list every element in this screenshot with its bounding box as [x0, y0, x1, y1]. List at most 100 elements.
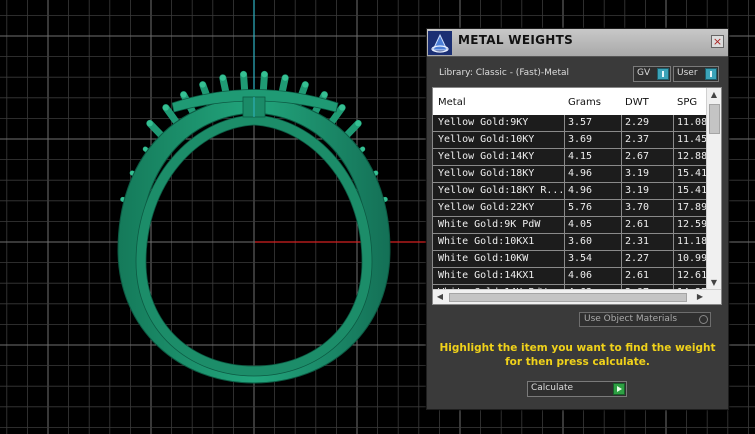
cell-dwt: 2.61 [625, 219, 650, 230]
column-separator [673, 200, 674, 216]
ring-prong-tip [180, 91, 187, 98]
scroll-down-icon[interactable]: ▼ [707, 277, 721, 289]
panel-titlebar[interactable]: METAL WEIGHTS × [427, 29, 728, 57]
table-row[interactable]: White Gold:10KW 3.54 2.27 10.99 [433, 251, 707, 268]
cell-dwt: 2.37 [625, 134, 650, 145]
column-separator [621, 234, 622, 250]
cell-metal: White Gold:14KX1 [438, 270, 535, 281]
calculate-button[interactable]: Calculate [527, 381, 627, 397]
scroll-up-icon[interactable]: ▲ [707, 89, 721, 101]
rhino-app-icon [428, 31, 452, 55]
cell-metal: Yellow Gold:18KY R... [438, 185, 562, 196]
table-row[interactable]: White Gold:9K PdW 4.05 2.61 12.59 [433, 217, 707, 234]
column-separator [673, 166, 674, 182]
column-separator [673, 149, 674, 165]
cell-grams: 3.57 [568, 117, 593, 128]
cell-spg: 11.45 [677, 134, 707, 145]
gv-dropdown[interactable]: GV [633, 66, 671, 82]
dropdown-button-icon[interactable] [705, 68, 717, 80]
column-separator [564, 183, 565, 199]
scroll-thumb-horizontal[interactable] [449, 293, 687, 302]
cell-metal: Yellow Gold:18KY [438, 168, 535, 179]
column-separator [564, 268, 565, 284]
column-header-spg[interactable]: SPG [677, 97, 697, 108]
cell-dwt: 3.70 [625, 202, 650, 213]
user-dropdown[interactable]: User [673, 66, 719, 82]
table-row[interactable]: Yellow Gold:18KY R... 4.96 3.19 15.41 [433, 183, 707, 200]
table-row[interactable]: Yellow Gold:10KY 3.69 2.37 11.45 [433, 132, 707, 149]
cell-spg: 12.61 [677, 270, 707, 281]
cell-grams: 4.96 [568, 185, 593, 196]
column-separator [673, 115, 674, 131]
cell-dwt: 3.19 [625, 168, 650, 179]
cell-spg: 12.88 [677, 151, 707, 162]
horizontal-scrollbar[interactable]: ◀ ▶ [433, 289, 721, 304]
metal-table[interactable]: Metal Grams DWT SPG Yellow Gold:9KY 3.57 2… [432, 87, 722, 305]
use-object-materials-toggle[interactable]: Use Object Materials [579, 312, 711, 327]
cell-dwt: 3.19 [625, 185, 650, 196]
column-separator [564, 166, 565, 182]
scroll-thumb[interactable] [709, 104, 720, 134]
cell-grams: 4.05 [568, 219, 593, 230]
radio-toggle-icon[interactable] [699, 315, 708, 324]
cell-dwt: 2.27 [625, 253, 650, 264]
column-separator [673, 234, 674, 250]
cell-spg: 15.41 [677, 185, 707, 196]
column-separator [564, 251, 565, 267]
scroll-left-icon[interactable]: ◀ [434, 290, 446, 304]
play-arrow-icon[interactable] [613, 383, 625, 395]
ring-prong-tip [261, 71, 268, 78]
vertical-scrollbar[interactable]: ▲ ▼ [706, 88, 721, 290]
cell-dwt: 2.31 [625, 236, 650, 247]
column-separator [673, 132, 674, 148]
cell-metal: White Gold:9K PdW [438, 219, 541, 230]
ring-prong-tip [219, 74, 226, 81]
dropdown-button-icon[interactable] [657, 68, 669, 80]
cell-metal: White Gold:10KW [438, 253, 529, 264]
table-row[interactable]: Yellow Gold:14KY 4.15 2.67 12.88 [433, 149, 707, 166]
ring-prong-tip [302, 81, 309, 88]
cell-grams: 3.60 [568, 236, 593, 247]
column-separator [673, 251, 674, 267]
cell-spg: 17.89 [677, 202, 707, 213]
column-separator [621, 268, 622, 284]
column-header-grams[interactable]: Grams [568, 97, 601, 108]
table-body: Yellow Gold:9KY 3.57 2.29 11.08 Yellow Gold:… [433, 115, 707, 302]
table-row[interactable]: Yellow Gold:18KY 4.96 3.19 15.41 [433, 166, 707, 183]
table-row[interactable]: Yellow Gold:22KY 5.76 3.70 17.89 [433, 200, 707, 217]
cell-dwt: 2.29 [625, 117, 650, 128]
cell-dwt: 2.61 [625, 270, 650, 281]
ring-prong-tip [355, 120, 362, 127]
cell-grams: 3.69 [568, 134, 593, 145]
library-label: Library: Classic - (Fast)-Metal [439, 68, 570, 78]
gv-dropdown-value: GV [637, 68, 651, 78]
metal-weights-panel: METAL WEIGHTS × Library: Classic - (Fast… [426, 28, 729, 410]
ring-prong-tip [282, 74, 289, 81]
cell-dwt: 2.67 [625, 151, 650, 162]
column-header-metal[interactable]: Metal [438, 97, 466, 108]
column-separator [621, 115, 622, 131]
column-separator [621, 132, 622, 148]
close-icon[interactable]: × [711, 35, 724, 48]
cell-metal: Yellow Gold:9KY [438, 117, 529, 128]
column-separator [673, 268, 674, 284]
cell-spg: 12.59 [677, 219, 707, 230]
column-separator [621, 251, 622, 267]
column-separator [673, 183, 674, 199]
table-row[interactable]: White Gold:14KX1 4.06 2.61 12.61 [433, 268, 707, 285]
cell-metal: White Gold:10KX1 [438, 236, 535, 247]
user-dropdown-value: User [677, 68, 698, 78]
table-row[interactable]: Yellow Gold:9KY 3.57 2.29 11.08 [433, 115, 707, 132]
scroll-right-icon[interactable]: ▶ [694, 290, 706, 304]
instructions-text: Highlight the item you want to find the … [439, 342, 716, 368]
table-row[interactable]: White Gold:10KX1 3.60 2.31 11.18 [433, 234, 707, 251]
panel-title: METAL WEIGHTS [458, 33, 574, 47]
column-separator [621, 200, 622, 216]
ring-prong-tip [199, 81, 206, 88]
column-separator [564, 200, 565, 216]
table-header: Metal Grams DWT SPG [433, 88, 707, 114]
column-header-dwt[interactable]: DWT [625, 97, 649, 108]
column-separator [564, 132, 565, 148]
cell-spg: 11.18 [677, 236, 707, 247]
ring-prong-tip [240, 71, 247, 78]
